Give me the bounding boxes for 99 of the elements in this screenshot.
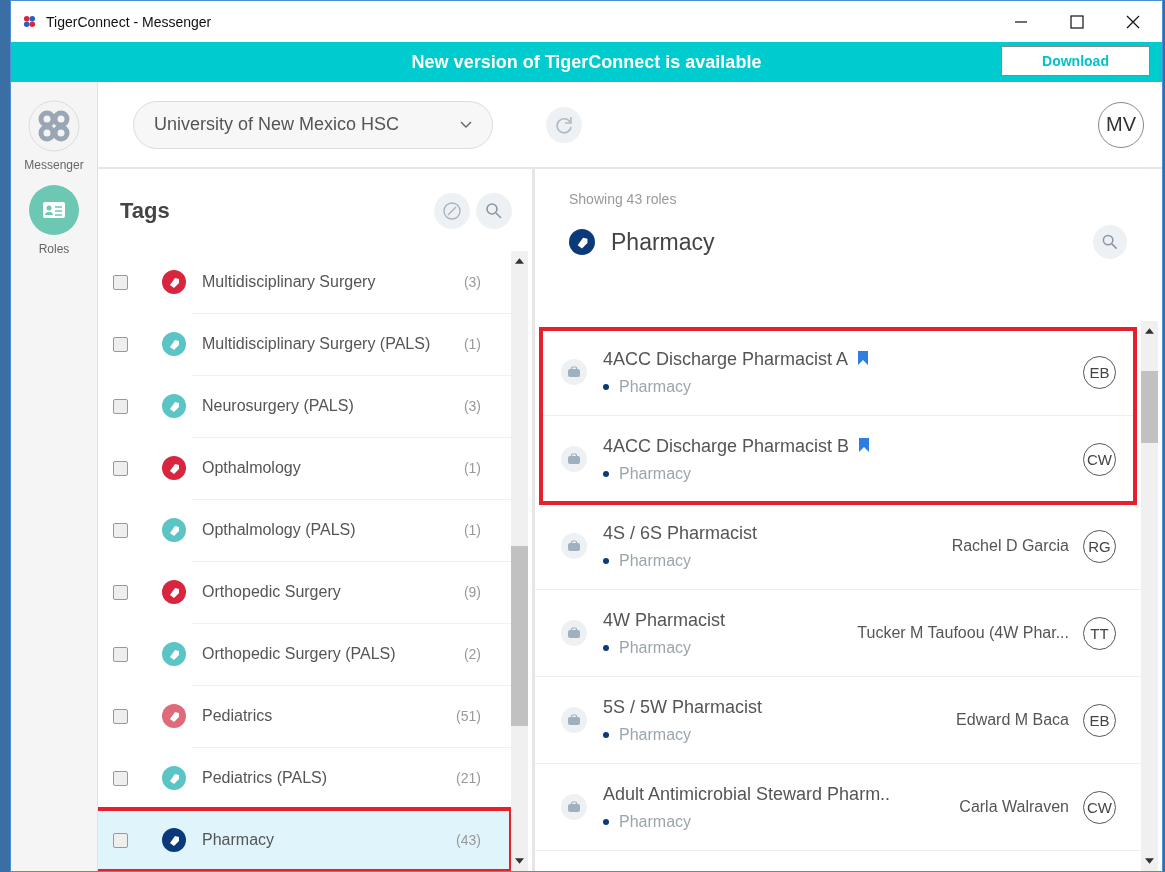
briefcase-icon bbox=[561, 446, 587, 472]
chevron-down-icon bbox=[460, 120, 472, 129]
role-row[interactable]: 4ACC Discharge Pharmacist B Pharmacy CW bbox=[541, 416, 1135, 503]
checkbox[interactable] bbox=[113, 832, 128, 848]
tag-count: (3) bbox=[463, 273, 481, 290]
sidebar-label: Messenger bbox=[24, 158, 84, 172]
dot-icon bbox=[603, 731, 609, 738]
tag-row[interactable]: Opthalmology (PALS) (1) bbox=[98, 499, 511, 561]
role-name: 4ACC Discharge Pharmacist A bbox=[603, 348, 849, 370]
tag-row[interactable]: Opthalmology (1) bbox=[98, 437, 511, 499]
tag-count: (3) bbox=[463, 397, 481, 414]
id-card-icon[interactable] bbox=[28, 184, 80, 236]
role-name: 4W Pharmacist bbox=[603, 609, 726, 631]
scrollbar-thumb[interactable] bbox=[1141, 371, 1158, 443]
app-logo-icon bbox=[23, 15, 36, 28]
role-row[interactable]: 5S / 5W Pharmacist Pharmacy Edward M Baca EB bbox=[535, 677, 1141, 764]
dot-icon bbox=[603, 644, 609, 651]
tag-label: Multidisciplinary Surgery bbox=[202, 272, 376, 291]
tag-row[interactable]: Orthopedic Surgery (PALS) (2) bbox=[98, 623, 511, 685]
scrollbar[interactable] bbox=[511, 251, 528, 871]
briefcase-icon bbox=[561, 359, 587, 385]
role-tag: Pharmacy bbox=[619, 377, 692, 396]
role-tag: Pharmacy bbox=[619, 725, 692, 744]
tag-label: Multidisciplinary Surgery (PALS) bbox=[202, 334, 431, 353]
compass-icon[interactable] bbox=[434, 193, 470, 229]
close-icon[interactable] bbox=[1126, 14, 1140, 29]
scroll-up-icon[interactable] bbox=[1145, 328, 1154, 334]
dot-icon bbox=[603, 818, 609, 825]
person-name: Edward M Baca bbox=[956, 711, 1069, 729]
refresh-icon[interactable] bbox=[546, 106, 582, 143]
sidebar-label: Roles bbox=[38, 242, 70, 256]
scroll-down-icon[interactable] bbox=[1145, 858, 1154, 864]
tag-label: Pediatrics (PALS) bbox=[202, 768, 328, 787]
tags-heading: Tags bbox=[120, 198, 170, 224]
tag-label: Neurosurgery (PALS) bbox=[202, 396, 354, 415]
role-row[interactable]: 4S / 6S Pharmacist Pharmacy Rachel D Garcia RG bbox=[535, 503, 1141, 590]
checkbox[interactable] bbox=[113, 398, 128, 414]
role-row[interactable]: 4W Pharmacist Pharmacy Tucker M Taufoou (4W Phar... TT bbox=[535, 590, 1141, 677]
tag-count: (1) bbox=[463, 335, 481, 352]
tag-count: (1) bbox=[463, 459, 481, 476]
role-tag: Pharmacy bbox=[619, 638, 692, 657]
role-name: Adult Antimicrobial Steward Pharm.. bbox=[603, 783, 891, 805]
person-name: Tucker M Taufoou (4W Phar... bbox=[857, 624, 1069, 642]
tag-label: Orthopedic Surgery bbox=[202, 582, 341, 601]
selected-tag-title: Pharmacy bbox=[611, 228, 715, 256]
tag-row[interactable]: Pharmacy (43) bbox=[98, 809, 511, 871]
tag-count: (51) bbox=[456, 707, 481, 724]
banner-message: New version of TigerConnect is available bbox=[411, 51, 762, 73]
tag-row[interactable]: Multidisciplinary Surgery (3) bbox=[98, 251, 511, 313]
role-row[interactable]: Adult Antimicrobial Steward Pharm.. Pharmacy Carla Walraven CW bbox=[535, 764, 1141, 851]
person-name: Rachel D Garcia bbox=[951, 537, 1069, 555]
briefcase-icon bbox=[561, 620, 587, 646]
scrollbar-thumb[interactable] bbox=[511, 546, 528, 726]
scrollbar[interactable] bbox=[1141, 321, 1158, 871]
checkbox[interactable] bbox=[113, 336, 128, 352]
window-title: TigerConnect - Messenger bbox=[46, 13, 212, 30]
checkbox[interactable] bbox=[113, 708, 128, 724]
tag-label: Opthalmology bbox=[202, 458, 301, 477]
tag-row[interactable]: Multidisciplinary Surgery (PALS) (1) bbox=[98, 313, 511, 375]
scroll-up-icon[interactable] bbox=[515, 258, 524, 264]
tag-row[interactable]: Neurosurgery (PALS) (3) bbox=[98, 375, 511, 437]
tag-count: (21) bbox=[456, 769, 481, 786]
tag-label: Orthopedic Surgery (PALS) bbox=[202, 644, 396, 663]
tag-row[interactable]: Orthopedic Surgery (9) bbox=[98, 561, 511, 623]
briefcase-icon bbox=[561, 533, 587, 559]
role-name: 5S / 5W Pharmacist bbox=[603, 696, 763, 718]
organization-dropdown[interactable]: University of New Mexico HSC bbox=[133, 100, 493, 149]
tag-count: (2) bbox=[463, 645, 481, 662]
role-name: 4ACC Discharge Pharmacist B bbox=[603, 435, 850, 457]
dot-icon bbox=[603, 383, 609, 390]
search-icon[interactable] bbox=[476, 193, 512, 229]
checkbox[interactable] bbox=[113, 646, 128, 662]
tag-count: (1) bbox=[463, 521, 481, 538]
dot-icon bbox=[603, 470, 609, 477]
tag-label: Pharmacy bbox=[202, 831, 275, 849]
checkbox[interactable] bbox=[113, 522, 128, 538]
maximize-icon[interactable] bbox=[1070, 14, 1084, 29]
role-tag: Pharmacy bbox=[619, 464, 692, 483]
search-icon[interactable] bbox=[1093, 225, 1127, 259]
checkbox[interactable] bbox=[113, 460, 128, 476]
checkbox[interactable] bbox=[113, 274, 128, 290]
tag-label: Opthalmology (PALS) bbox=[202, 520, 356, 539]
dot-icon bbox=[603, 557, 609, 564]
scroll-down-icon[interactable] bbox=[515, 858, 524, 864]
tag-row[interactable]: Pediatrics (51) bbox=[98, 685, 511, 747]
tag-count: (9) bbox=[463, 583, 481, 600]
role-name: 4S / 6S Pharmacist bbox=[603, 522, 758, 544]
role-tag: Pharmacy bbox=[619, 812, 692, 831]
roles-count: Showing 43 roles bbox=[569, 191, 678, 207]
checkbox[interactable] bbox=[113, 584, 128, 600]
messenger-icon[interactable] bbox=[28, 100, 80, 152]
briefcase-icon bbox=[561, 794, 587, 820]
briefcase-icon bbox=[561, 707, 587, 733]
person-name: Carla Walraven bbox=[959, 798, 1069, 816]
role-row[interactable]: 4ACC Discharge Pharmacist A Pharmacy EB bbox=[541, 329, 1135, 416]
role-tag: Pharmacy bbox=[619, 551, 692, 570]
tag-count: (43) bbox=[456, 832, 481, 848]
tag-label: Pediatrics bbox=[202, 706, 273, 725]
checkbox[interactable] bbox=[113, 770, 128, 786]
